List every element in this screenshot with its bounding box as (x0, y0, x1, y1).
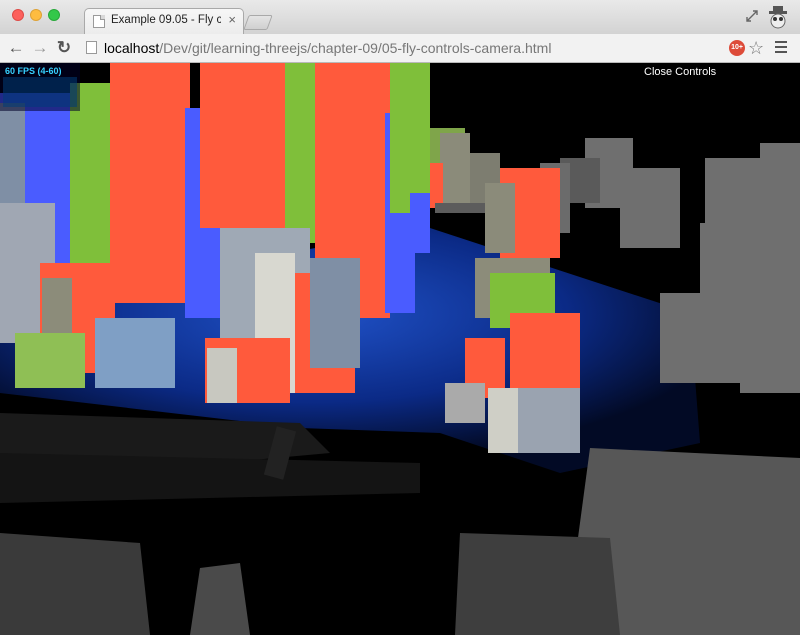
fps-label: 60 FPS (4-60) (5, 66, 62, 76)
new-tab-button[interactable] (243, 15, 273, 30)
page-icon (93, 15, 105, 28)
bookmark-star-icon[interactable]: ☆ (748, 38, 764, 58)
window-titlebar: Example 09.05 - Fly controls × (0, 0, 800, 35)
url-path: /Dev/git/learning-threejs/chapter-09/05-… (159, 40, 552, 56)
stats-fps-panel[interactable]: 60 FPS (4-60) (0, 63, 80, 111)
reload-button[interactable]: ↻ (54, 38, 74, 58)
url-text: localhost/Dev/git/learning-threejs/chapt… (104, 40, 551, 56)
tab-title: Example 09.05 - Fly controls (111, 14, 221, 26)
zoom-window-button[interactable] (48, 9, 60, 21)
extension-badge-icon[interactable]: 10+ (729, 40, 745, 56)
city-scene (0, 63, 800, 635)
fullscreen-icon[interactable] (746, 10, 758, 22)
close-window-button[interactable] (12, 9, 24, 21)
forward-button[interactable]: → (30, 38, 50, 58)
webgl-canvas[interactable]: 60 FPS (4-60) Close Controls (0, 63, 800, 635)
close-controls-button[interactable]: Close Controls (644, 66, 716, 78)
browser-tab[interactable]: Example 09.05 - Fly controls × (84, 8, 244, 34)
address-bar[interactable]: localhost/Dev/git/learning-threejs/chapt… (82, 37, 722, 59)
browser-toolbar: ← → ↻ localhost/Dev/git/learning-threejs… (0, 34, 800, 63)
tab-close-icon[interactable]: × (228, 13, 236, 26)
minimize-window-button[interactable] (30, 9, 42, 21)
url-host: localhost (104, 40, 160, 56)
back-button[interactable]: ← (6, 38, 26, 58)
incognito-user-icon[interactable] (766, 5, 790, 29)
menu-icon[interactable] (775, 41, 787, 53)
fps-graph (3, 77, 77, 107)
page-icon (86, 41, 97, 54)
